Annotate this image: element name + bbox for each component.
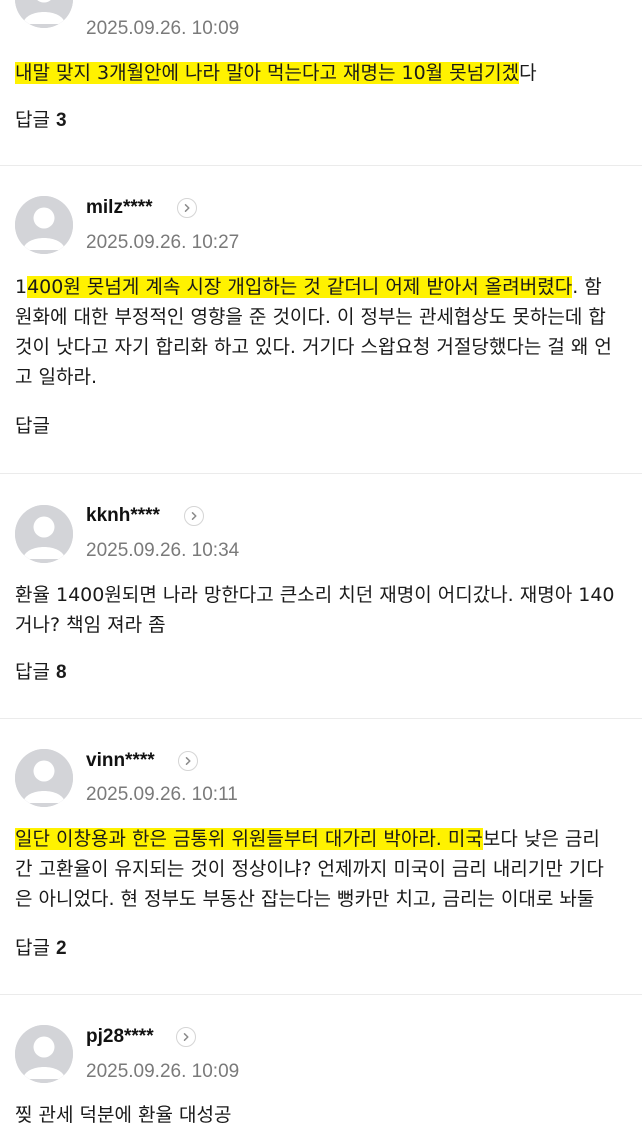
chevron-right-icon <box>184 204 190 212</box>
comment-date: 2025.09.26. 10:34 <box>86 540 240 561</box>
reply-label: 답글 <box>15 661 50 683</box>
comment-body-line: 원화에 대한 부정적인 영향을 준 것이다. 이 정부는 관세협상도 못하는데 … <box>15 302 642 332</box>
text-segment: 원화에 대한 부정적인 영향을 준 것이다. 이 정부는 관세협상도 못하는데 … <box>15 306 606 328</box>
chevron-right-icon <box>185 757 191 765</box>
user-avatar[interactable] <box>15 196 73 254</box>
default-avatar-icon <box>15 196 73 254</box>
text-segment: . 함 <box>572 276 602 298</box>
comment-date: 2025.09.26. 10:09 <box>86 1061 240 1082</box>
comment-body: 일단 이창용과 한은 금통위 위원들부터 대가리 박아라. 미국보다 낮은 금리… <box>15 824 642 914</box>
comment-body: 내말 맞지 3개월안에 나라 말아 먹는다고 재명는 10월 못넘기겠다 <box>15 58 642 88</box>
comment-body-line: 환율 1400원되면 나라 망한다고 큰소리 치던 재명이 어디갔나. 재명아 … <box>15 580 642 610</box>
profile-arrow-button[interactable] <box>176 1027 196 1047</box>
comment-body-line: 1400원 못넘게 계속 시장 개입하는 것 같더니 어제 받아서 올려버렸다.… <box>15 272 642 302</box>
user-avatar[interactable] <box>15 749 73 807</box>
highlighted-text: 일단 이창용과 한은 금통위 위원들부터 대가리 박아라. 미국 <box>15 828 483 850</box>
comment-body-line: 간 고환율이 유지되는 것이 정상이냐? 언제까지 미국이 금리 내리기만 기다 <box>15 854 642 884</box>
reply-count: 8 <box>55 662 67 683</box>
comment-body-line: 찢 관세 덕분에 환율 대성공 <box>15 1100 642 1130</box>
comment-divider <box>0 165 642 166</box>
user-avatar[interactable] <box>15 505 73 563</box>
comment-body: 환율 1400원되면 나라 망한다고 큰소리 치던 재명이 어디갔나. 재명아 … <box>15 580 642 640</box>
reply-count: 3 <box>55 110 67 131</box>
text-segment: 거나? 책임 져라 좀 <box>15 614 166 636</box>
user-avatar[interactable] <box>15 0 73 28</box>
text-segment: 것이 낫다고 자기 합리화 하고 있다. 거기다 스왑요청 거절당했다는 걸 왜… <box>15 336 612 358</box>
profile-arrow-button[interactable] <box>178 751 198 771</box>
reply-button[interactable]: 답글 8 <box>15 659 67 686</box>
highlighted-text: 400원 못넘게 계속 시장 개입하는 것 같더니 어제 받아서 올려버렸다 <box>27 276 573 298</box>
reply-button[interactable]: 답글 <box>15 413 50 439</box>
comment-date: 2025.09.26. 10:27 <box>86 232 240 253</box>
text-segment: 찢 관세 덕분에 환율 대성공 <box>15 1104 232 1126</box>
comment-body-line: 은 아니었다. 현 정부도 부동산 잡는다는 뻥카만 치고, 금리는 이대로 놔… <box>15 884 642 914</box>
profile-arrow-button[interactable] <box>184 506 204 526</box>
text-segment: 은 아니었다. 현 정부도 부동산 잡는다는 뻥카만 치고, 금리는 이대로 놔… <box>15 888 595 910</box>
comment-divider <box>0 994 642 995</box>
text-segment: 다 <box>519 62 537 84</box>
comment-body-line: 고 일하라. <box>15 362 642 392</box>
reply-label: 답글 <box>15 937 50 959</box>
comment-body: 1400원 못넘게 계속 시장 개입하는 것 같더니 어제 받아서 올려버렸다.… <box>15 272 642 392</box>
default-avatar-icon <box>15 1025 73 1083</box>
text-segment: 1 <box>15 276 28 298</box>
comment-date: 2025.09.26. 10:09 <box>86 18 240 39</box>
text-segment: 환율 1400원되면 나라 망한다고 큰소리 치던 재명이 어디갔나. 재명아 … <box>15 584 615 606</box>
default-avatar-icon <box>15 505 73 563</box>
default-avatar-icon <box>15 749 73 807</box>
comment-body-line: 내말 맞지 3개월안에 나라 말아 먹는다고 재명는 10월 못넘기겠다 <box>15 58 642 88</box>
username[interactable]: kknh**** <box>86 504 160 528</box>
comment-divider <box>0 473 642 474</box>
profile-arrow-button[interactable] <box>177 198 197 218</box>
reply-button[interactable]: 답글 3 <box>15 107 67 134</box>
comment-body-line: 것이 낫다고 자기 합리화 하고 있다. 거기다 스왑요청 거절당했다는 걸 왜… <box>15 332 642 362</box>
chevron-right-icon <box>191 512 197 520</box>
default-avatar-icon <box>15 0 73 28</box>
highlighted-text: 내말 맞지 3개월안에 나라 말아 먹는다고 재명는 10월 못넘기겠 <box>15 62 520 84</box>
reply-label: 답글 <box>15 109 50 131</box>
chevron-right-icon <box>183 1033 189 1041</box>
comment-body: 찢 관세 덕분에 환율 대성공 <box>15 1100 642 1130</box>
username[interactable]: pj28**** <box>86 1025 154 1049</box>
comment-body-line: 일단 이창용과 한은 금통위 위원들부터 대가리 박아라. 미국보다 낮은 금리 <box>15 824 642 854</box>
user-avatar[interactable] <box>15 1025 73 1083</box>
reply-count: 2 <box>55 938 67 959</box>
username[interactable]: vinn**** <box>86 749 155 773</box>
comment-divider <box>0 718 642 719</box>
comment-date: 2025.09.26. 10:11 <box>86 784 238 805</box>
reply-label: 답글 <box>15 415 50 437</box>
reply-button[interactable]: 답글 2 <box>15 935 67 962</box>
text-segment: 보다 낮은 금리 <box>482 828 600 850</box>
username[interactable]: milz**** <box>86 196 153 220</box>
text-segment: 고 일하라. <box>15 366 97 388</box>
text-segment: 간 고환율이 유지되는 것이 정상이냐? 언제까지 미국이 금리 내리기만 기다 <box>15 858 604 880</box>
comment-body-line: 거나? 책임 져라 좀 <box>15 610 642 640</box>
